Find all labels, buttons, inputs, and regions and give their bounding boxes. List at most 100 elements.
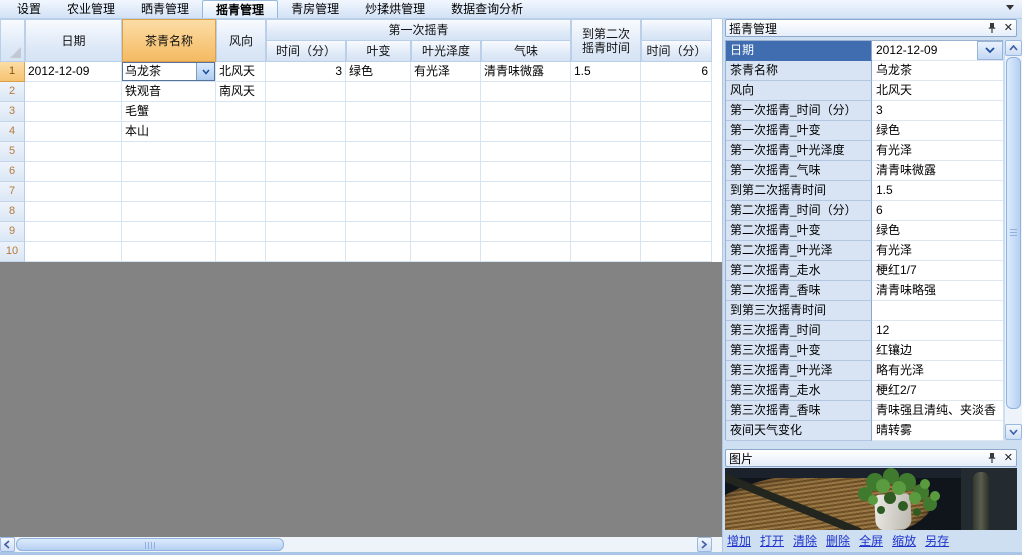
cell-wind[interactable] — [216, 222, 266, 242]
cell-t2-time[interactable] — [641, 142, 712, 162]
chevron-down-icon[interactable] — [977, 41, 1003, 60]
tab-green-room[interactable]: 青房管理 — [278, 0, 352, 18]
cell-t2-time[interactable] — [641, 202, 712, 222]
cell-wind[interactable] — [216, 242, 266, 262]
row-number[interactable]: 3 — [0, 102, 25, 122]
cell-t1-leaf[interactable]: 绿色 — [346, 62, 411, 82]
property-row[interactable]: 第三次摇青_香味青味强且清纯、夹淡香 — [726, 401, 1003, 421]
property-label[interactable]: 第二次摇青_香味 — [726, 281, 872, 301]
cell-to2[interactable]: 1.5 — [571, 62, 641, 82]
property-value[interactable]: 略有光泽 — [872, 361, 1003, 381]
cell-t1-smell[interactable] — [481, 242, 571, 262]
cell-t1-gloss[interactable] — [411, 182, 481, 202]
scroll-left-button[interactable] — [0, 537, 15, 552]
cell-t1-smell[interactable] — [481, 182, 571, 202]
cell-t1-smell[interactable] — [481, 162, 571, 182]
cell-tea[interactable]: 本山 — [122, 122, 216, 142]
row-number[interactable]: 2 — [0, 82, 25, 102]
select-all-corner[interactable] — [0, 19, 25, 62]
row-number[interactable]: 10 — [0, 242, 25, 262]
row-number[interactable]: 9 — [0, 222, 25, 242]
cell-t1-time[interactable] — [266, 182, 346, 202]
property-label[interactable]: 到第三次摇青时间 — [726, 301, 872, 321]
property-label[interactable]: 第三次摇青_叶变 — [726, 341, 872, 361]
property-label[interactable]: 第二次摇青_叶变 — [726, 221, 872, 241]
property-value[interactable]: 12 — [872, 321, 1003, 341]
property-value[interactable]: 晴转雾 — [872, 421, 1003, 441]
cell-wind[interactable]: 南风天 — [216, 82, 266, 102]
chevron-down-icon[interactable] — [196, 63, 214, 80]
property-value[interactable]: 梗红2/7 — [872, 381, 1003, 401]
close-icon[interactable]: ✕ — [1004, 450, 1013, 466]
cell-t1-smell[interactable] — [481, 122, 571, 142]
table-row[interactable]: 5 — [0, 142, 712, 162]
cell-to2[interactable] — [571, 202, 641, 222]
cell-wind[interactable]: 北风天 — [216, 62, 266, 82]
cell-date[interactable] — [25, 242, 122, 262]
property-label[interactable]: 第三次摇青_时间 — [726, 321, 872, 341]
property-row[interactable]: 第二次摇青_叶光泽有光泽 — [726, 241, 1003, 261]
pin-icon[interactable] — [987, 452, 997, 464]
cell-t1-gloss[interactable] — [411, 162, 481, 182]
cell-wind[interactable] — [216, 202, 266, 222]
cell-t2-time[interactable] — [641, 122, 712, 142]
cell-t1-gloss[interactable] — [411, 202, 481, 222]
cell-wind[interactable] — [216, 162, 266, 182]
cell-t1-leaf[interactable] — [346, 202, 411, 222]
cell-t2-time[interactable] — [641, 82, 712, 102]
property-row[interactable]: 第二次摇青_香味清青味略强 — [726, 281, 1003, 301]
cell-date[interactable] — [25, 182, 122, 202]
property-row[interactable]: 第二次摇青_叶变绿色 — [726, 221, 1003, 241]
property-value[interactable]: 梗红1/7 — [872, 261, 1003, 281]
property-row[interactable]: 第三次摇青_走水梗红2/7 — [726, 381, 1003, 401]
property-row[interactable]: 第二次摇青_时间（分）6 — [726, 201, 1003, 221]
cell-t1-time[interactable]: 3 — [266, 62, 346, 82]
property-label[interactable]: 第二次摇青_叶光泽 — [726, 241, 872, 261]
cell-wind[interactable] — [216, 142, 266, 162]
cell-to2[interactable] — [571, 82, 641, 102]
cell-t1-time[interactable] — [266, 222, 346, 242]
table-row[interactable]: 3 毛蟹 — [0, 102, 712, 122]
clear-link[interactable]: 清除 — [793, 534, 817, 548]
tab-agriculture[interactable]: 农业管理 — [54, 0, 128, 18]
cell-tea[interactable] — [122, 242, 216, 262]
property-label[interactable]: 日期 — [726, 41, 872, 61]
cell-t2-time[interactable] — [641, 102, 712, 122]
panel-header-picture[interactable]: 图片 ✕ — [725, 449, 1017, 467]
cell-tea[interactable]: 乌龙茶 — [122, 62, 216, 82]
property-value[interactable]: 绿色 — [872, 121, 1003, 141]
row-number[interactable]: 5 — [0, 142, 25, 162]
tab-roast-knead-bake[interactable]: 炒揉烘管理 — [352, 0, 438, 18]
cell-t1-time[interactable] — [266, 122, 346, 142]
property-label[interactable]: 风向 — [726, 81, 872, 101]
column-header-date[interactable]: 日期 — [25, 19, 122, 62]
table-row[interactable]: 9 — [0, 222, 712, 242]
cell-date[interactable] — [25, 222, 122, 242]
table-row[interactable]: 7 — [0, 182, 712, 202]
cell-tea[interactable] — [122, 182, 216, 202]
fullscreen-link[interactable]: 全屏 — [859, 534, 883, 548]
column-header-tea-name[interactable]: 茶青名称 — [122, 19, 216, 62]
property-value[interactable] — [872, 301, 1003, 321]
row-number[interactable]: 1 — [0, 62, 25, 82]
horizontal-scrollbar[interactable] — [0, 537, 722, 552]
property-row[interactable]: 第二次摇青_走水梗红1/7 — [726, 261, 1003, 281]
property-label[interactable]: 第三次摇青_走水 — [726, 381, 872, 401]
cell-t1-smell[interactable] — [481, 202, 571, 222]
cell-t1-time[interactable] — [266, 202, 346, 222]
cell-date[interactable] — [25, 102, 122, 122]
property-row[interactable]: 第一次摇青_时间（分）3 — [726, 101, 1003, 121]
cell-to2[interactable] — [571, 222, 641, 242]
property-row[interactable]: 风向北风天 — [726, 81, 1003, 101]
cell-tea[interactable]: 毛蟹 — [122, 102, 216, 122]
cell-t1-time[interactable] — [266, 162, 346, 182]
cell-t2-time[interactable] — [641, 242, 712, 262]
cell-t1-time[interactable] — [266, 242, 346, 262]
cell-t1-gloss[interactable] — [411, 122, 481, 142]
cell-to2[interactable] — [571, 162, 641, 182]
table-row[interactable]: 1 2012-12-09 乌龙茶 北风天 3 绿色 有光泽 清青味微露 1.5 … — [0, 62, 712, 82]
open-link[interactable]: 打开 — [760, 534, 784, 548]
property-value[interactable]: 1.5 — [872, 181, 1003, 201]
cell-to2[interactable] — [571, 242, 641, 262]
property-row[interactable]: 第一次摇青_叶光泽度有光泽 — [726, 141, 1003, 161]
